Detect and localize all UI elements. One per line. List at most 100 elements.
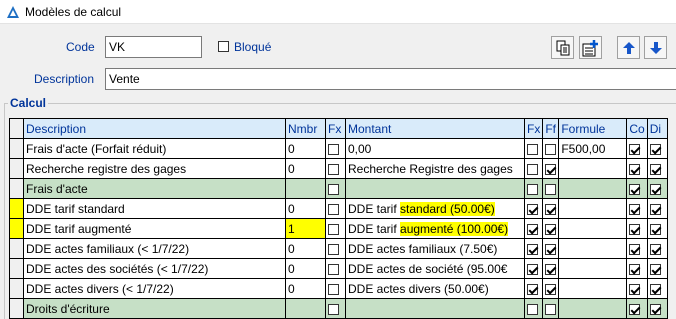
cell-montant[interactable]: DDE tarif standard (50.00€) — [345, 198, 525, 219]
cell-formule[interactable] — [558, 158, 628, 179]
table-row[interactable]: DDE tarif standard 0 DDE tarif standard (5… — [9, 198, 668, 219]
table-row[interactable]: DDE actes divers (< 1/7/22) 0 DDE actes di… — [9, 278, 668, 299]
cell-fx[interactable] — [325, 278, 346, 299]
cell-description[interactable]: Recherche registre des gages — [23, 158, 286, 179]
row-selector[interactable] — [9, 178, 24, 199]
col-co[interactable]: Co — [626, 118, 648, 139]
cell-montant[interactable]: 0,00 — [345, 138, 525, 159]
checkbox[interactable] — [545, 243, 557, 255]
checkbox[interactable] — [545, 283, 557, 295]
cell-ff[interactable] — [542, 138, 560, 159]
checkbox[interactable] — [527, 303, 538, 315]
cell-formule[interactable] — [558, 278, 628, 299]
col-di[interactable]: Di — [646, 118, 668, 139]
cell-description[interactable]: DDE actes familiaux (< 1/7/22) — [23, 238, 286, 259]
cell-fx[interactable] — [325, 198, 346, 219]
cell-description[interactable]: DDE actes divers (< 1/7/22) — [23, 278, 286, 299]
cell-co[interactable] — [626, 278, 648, 299]
cell-montant[interactable]: DDE actes de société (95.00€ — [345, 258, 525, 279]
cell-co[interactable] — [626, 198, 648, 219]
checkbox[interactable] — [649, 203, 661, 215]
table-row[interactable]: Recherche registre des gages 0 Recherche R… — [9, 158, 668, 179]
row-selector[interactable] — [9, 158, 24, 179]
checkbox[interactable] — [545, 223, 557, 235]
checkbox[interactable] — [527, 283, 538, 295]
checkbox[interactable] — [527, 143, 538, 155]
cell-nmbr[interactable] — [285, 298, 326, 319]
col-nmbr[interactable]: Nmbr — [285, 118, 326, 139]
checkbox[interactable] — [629, 203, 641, 215]
checkbox[interactable] — [629, 143, 641, 155]
checkbox[interactable] — [328, 243, 339, 255]
row-selector[interactable] — [9, 198, 24, 219]
cell-description[interactable]: Droits d'écriture — [23, 298, 286, 319]
row-selector[interactable] — [9, 258, 24, 279]
copy-button[interactable] — [551, 36, 574, 59]
cell-nmbr[interactable]: 0 — [285, 198, 326, 219]
cell-co[interactable] — [626, 238, 648, 259]
cell-montant[interactable]: Recherche Registre des gages — [345, 158, 525, 179]
cell-di[interactable] — [646, 138, 668, 159]
checkbox[interactable] — [545, 163, 557, 175]
cell-nmbr[interactable] — [285, 178, 326, 199]
cell-fx2[interactable] — [523, 178, 544, 199]
cell-nmbr[interactable]: 0 — [285, 158, 326, 179]
checkbox[interactable] — [328, 283, 339, 295]
cell-ff[interactable] — [542, 258, 560, 279]
cell-description[interactable]: DDE tarif standard — [23, 198, 286, 219]
col-fx[interactable]: Fx — [325, 118, 346, 139]
col-montant[interactable]: Montant — [345, 118, 525, 139]
row-selector[interactable] — [9, 218, 24, 239]
cell-co[interactable] — [626, 178, 648, 199]
checkbox[interactable] — [527, 243, 538, 255]
checkbox[interactable] — [527, 203, 538, 215]
checkbox[interactable] — [629, 283, 641, 295]
cell-di[interactable] — [646, 298, 668, 319]
checkbox[interactable] — [545, 143, 557, 155]
cell-ff[interactable] — [542, 218, 560, 239]
checkbox[interactable] — [649, 263, 661, 275]
cell-co[interactable] — [626, 138, 648, 159]
cell-description[interactable]: DDE tarif augmenté — [23, 218, 286, 239]
checkbox[interactable] — [649, 303, 661, 315]
cell-formule[interactable] — [558, 218, 628, 239]
row-selector[interactable] — [9, 278, 24, 299]
cell-montant[interactable]: DDE tarif augmenté (100.00€) — [345, 218, 525, 239]
cell-fx[interactable] — [325, 138, 346, 159]
cell-di[interactable] — [646, 278, 668, 299]
cell-fx[interactable] — [325, 298, 346, 319]
col-fx2[interactable]: Fx — [523, 118, 544, 139]
cell-formule[interactable] — [558, 258, 628, 279]
cell-montant[interactable]: DDE actes familiaux (7.50€) — [345, 238, 525, 259]
cell-nmbr[interactable]: 0 — [285, 258, 326, 279]
checkbox[interactable] — [649, 223, 661, 235]
cell-montant[interactable] — [345, 298, 525, 319]
checkbox[interactable] — [328, 143, 339, 155]
checkbox[interactable] — [649, 183, 661, 195]
add-record-button[interactable] — [579, 36, 602, 59]
checkbox[interactable] — [328, 263, 339, 275]
checkbox[interactable] — [527, 163, 538, 175]
move-up-button[interactable] — [617, 36, 640, 59]
cell-di[interactable] — [646, 218, 668, 239]
cell-nmbr[interactable]: 0 — [285, 278, 326, 299]
cell-fx2[interactable] — [523, 298, 544, 319]
cell-nmbr[interactable]: 0 — [285, 238, 326, 259]
cell-di[interactable] — [646, 158, 668, 179]
checkbox[interactable] — [328, 163, 339, 175]
row-selector[interactable] — [9, 138, 24, 159]
cell-ff[interactable] — [542, 238, 560, 259]
cell-description[interactable]: Frais d'acte — [23, 178, 286, 199]
cell-formule[interactable] — [558, 298, 628, 319]
table-row[interactable]: DDE tarif augmenté 1 DDE tarif augmenté (1… — [9, 218, 668, 239]
row-selector[interactable] — [9, 298, 24, 319]
cell-formule[interactable] — [558, 238, 628, 259]
table-row[interactable]: DDE actes familiaux (< 1/7/22) 0 DDE actes… — [9, 238, 668, 259]
checkbox[interactable] — [629, 183, 641, 195]
cell-di[interactable] — [646, 238, 668, 259]
checkbox[interactable] — [629, 223, 641, 235]
cell-formule[interactable] — [558, 178, 628, 199]
checkbox[interactable] — [527, 223, 538, 235]
cell-di[interactable] — [646, 178, 668, 199]
cell-nmbr[interactable]: 1 — [285, 218, 326, 239]
